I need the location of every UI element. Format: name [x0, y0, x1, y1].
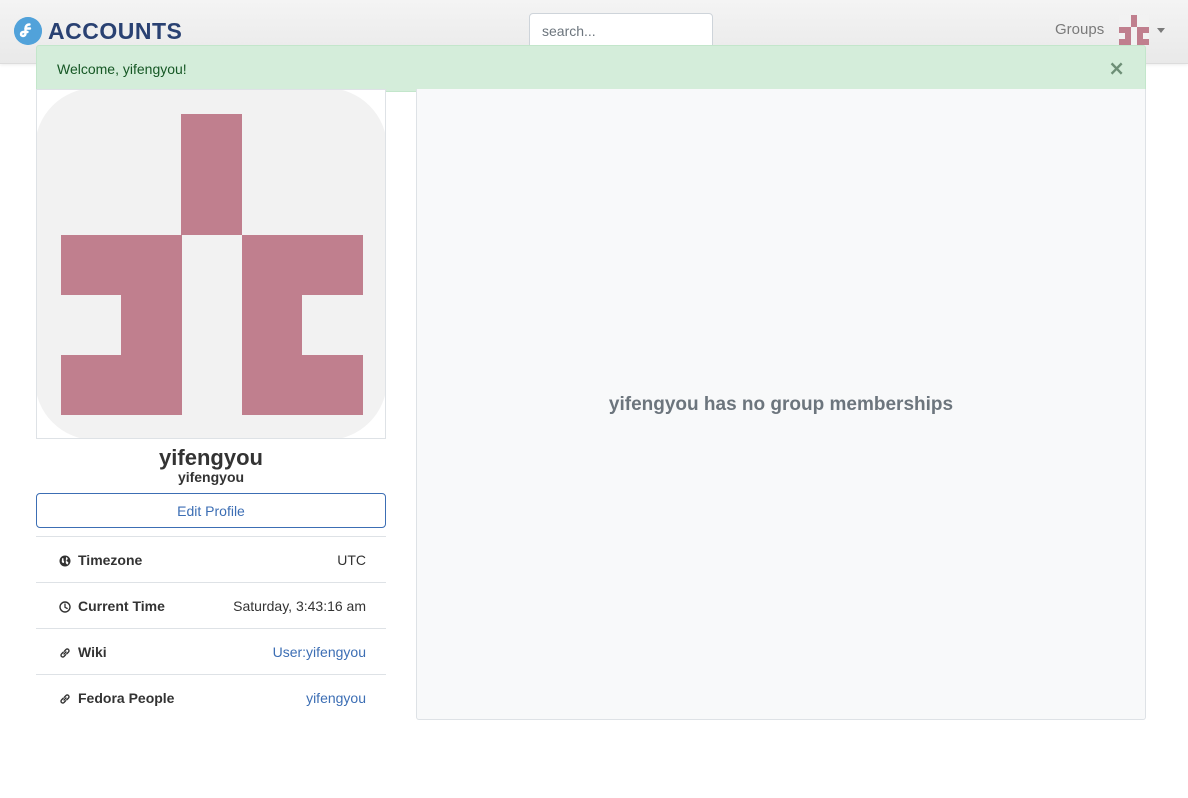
globe-icon: [59, 554, 71, 567]
profile-avatar: [36, 89, 386, 439]
alert-message: Welcome, yifengyou!: [57, 61, 187, 77]
brand-text: ACCOUNTS: [48, 18, 183, 44]
fedora-logo-icon: [14, 17, 42, 45]
info-value: Saturday, 3:43:16 am: [233, 598, 366, 614]
group-memberships-panel: yifengyou has no group memberships: [416, 89, 1146, 720]
brand-link[interactable]: ACCOUNTS: [14, 15, 182, 47]
profile-info-list: Timezone UTC Current Time Saturday, 3:43…: [36, 536, 386, 720]
info-label: Current Time: [78, 598, 165, 614]
clock-icon: [59, 600, 71, 613]
close-icon[interactable]: ×: [1108, 57, 1125, 79]
profile-username: yifengyou: [177, 469, 245, 485]
info-row-timezone: Timezone UTC: [36, 536, 386, 582]
info-label: Wiki: [78, 644, 107, 660]
welcome-alert: Welcome, yifengyou! ×: [36, 45, 1146, 92]
chevron-down-icon: [1157, 27, 1165, 33]
search-input[interactable]: [529, 13, 713, 49]
edit-profile-button[interactable]: Edit Profile: [36, 493, 386, 528]
user-avatar: [1119, 15, 1149, 45]
info-row-current-time: Current Time Saturday, 3:43:16 am: [36, 582, 386, 628]
info-row-fedora-people: Fedora People yifengyou: [36, 674, 386, 720]
fedora-people-link[interactable]: yifengyou: [306, 690, 366, 706]
no-groups-message: yifengyou has no group memberships: [608, 394, 954, 415]
nav-groups-link[interactable]: Groups: [1055, 21, 1104, 38]
info-value: UTC: [337, 552, 366, 568]
link-icon: [59, 646, 71, 658]
info-label: Timezone: [78, 552, 143, 568]
link-icon: [59, 692, 71, 704]
info-label: Fedora People: [78, 690, 175, 706]
user-menu-dropdown[interactable]: [1119, 15, 1165, 45]
wiki-link[interactable]: User:yifengyou: [273, 644, 366, 660]
profile-display-name: yifengyou: [159, 445, 263, 470]
info-row-wiki: Wiki User:yifengyou: [36, 628, 386, 674]
